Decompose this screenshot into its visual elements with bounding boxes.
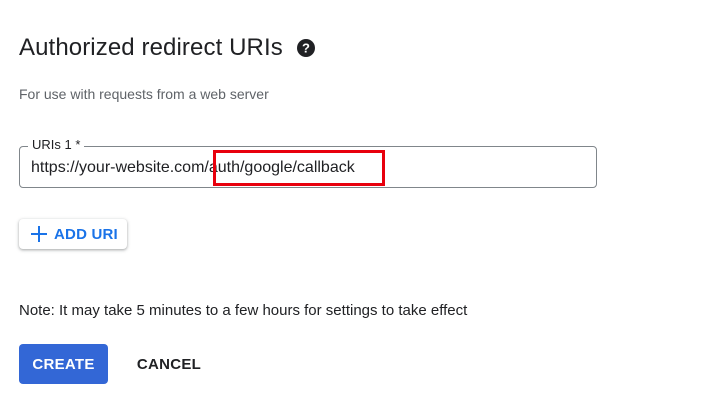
section-subtitle: For use with requests from a web server xyxy=(19,86,269,102)
redirect-uris-panel: Authorized redirect URIs ? For use with … xyxy=(0,0,721,409)
section-title: Authorized redirect URIs xyxy=(19,34,283,61)
uri-field: URIs 1 * xyxy=(19,137,597,188)
svg-text:?: ? xyxy=(302,41,310,56)
settings-note: Note: It may take 5 minutes to a few hou… xyxy=(19,302,468,319)
uri-field-label: URIs 1 * xyxy=(28,137,85,153)
add-uri-label: ADD URI xyxy=(54,225,118,243)
help-circle-icon[interactable]: ? xyxy=(296,39,315,57)
add-uri-button[interactable]: ADD URI xyxy=(19,219,127,249)
cancel-button[interactable]: CANCEL xyxy=(124,344,214,384)
uri-input[interactable] xyxy=(31,158,586,178)
plus-icon xyxy=(31,226,47,242)
create-button[interactable]: CREATE xyxy=(19,344,108,384)
section-header: Authorized redirect URIs ? xyxy=(19,34,315,62)
